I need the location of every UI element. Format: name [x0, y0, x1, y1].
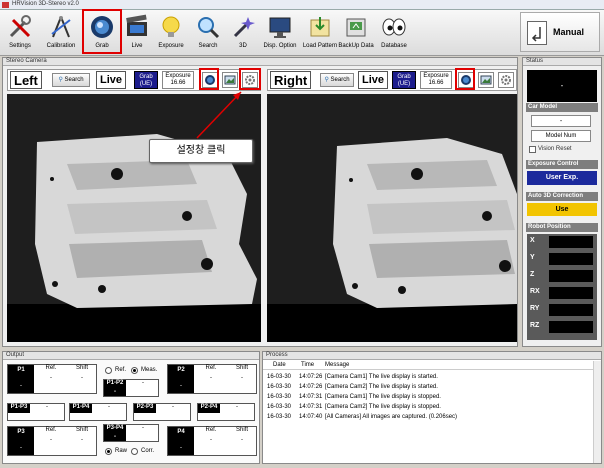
p1p3-table: P1-P3 - — [7, 403, 65, 421]
p2p3-table: P2-P3 - — [133, 403, 191, 421]
robot-rz-value — [549, 321, 593, 333]
user-exp-button[interactable]: User Exp. — [527, 171, 597, 185]
process-scrollbar[interactable] — [593, 361, 601, 463]
stereo-camera-panel: Stereo Camera Left ⚲ Search Live Grab (U… — [2, 57, 518, 347]
film-icon — [122, 12, 152, 42]
p1-table: P1 Ref. Shift - - - — [7, 364, 97, 394]
database-button[interactable]: Database — [377, 10, 411, 56]
left-grab-button[interactable]: Grab (UE) — [134, 71, 158, 89]
robot-axis-z: Z — [530, 271, 535, 278]
mode-label: Manual — [553, 27, 585, 37]
p2-table: P2 Ref. Shift - - - — [167, 364, 257, 394]
disp-option-button[interactable]: Disp. Option — [262, 10, 298, 56]
p3-table: P3 Ref. Shift - - - — [7, 426, 97, 456]
meas-radio-label: Meas. — [141, 367, 158, 373]
right-exposure-box[interactable]: Exposure 16.66 — [420, 71, 452, 89]
robot-y-value — [549, 253, 593, 265]
process-table-header: Date Time Message — [263, 361, 601, 370]
calibration-button[interactable]: Calibration — [44, 10, 78, 56]
status-title: Status — [523, 58, 601, 66]
3d-button[interactable]: 3D — [228, 10, 258, 56]
left-exposure-box[interactable]: Exposure 16.66 — [162, 71, 194, 89]
magnifier-icon — [193, 12, 223, 42]
robot-axis-ry: RY — [530, 305, 540, 312]
mode-indicator[interactable]: Manual — [520, 12, 600, 52]
right-camera-label: Right — [270, 71, 312, 89]
robot-position-title: Robot Position — [526, 223, 598, 232]
robot-z-value — [549, 270, 593, 282]
compass-icon — [46, 12, 76, 42]
raw-radio[interactable] — [105, 448, 112, 455]
model-num-field[interactable]: Model Num — [531, 130, 591, 142]
robot-axis-y: Y — [530, 254, 535, 261]
robot-axis-rx: RX — [530, 288, 540, 295]
process-panel: Process Date Time Message 16-03-30 14:07… — [262, 351, 602, 464]
meas-radio[interactable] — [131, 367, 138, 374]
search-button[interactable]: Search — [193, 10, 223, 56]
settings-button[interactable]: Settings — [4, 10, 36, 56]
eyes-icon — [379, 12, 409, 42]
exposure-button[interactable]: Exposure — [155, 10, 187, 56]
right-settings-gear-icon[interactable] — [498, 72, 514, 88]
ref-radio[interactable] — [105, 367, 112, 374]
right-image-icon-button[interactable] — [478, 72, 494, 88]
status-panel: Status - Car Model - Model Num Vision Re… — [522, 57, 602, 347]
backup-data-button[interactable]: BackUp Data — [338, 10, 374, 56]
p3p4-table: P3-P4 - - — [103, 424, 159, 442]
backup-icon — [341, 12, 371, 42]
output-panel: Output P1 Ref. Shift - - - Ref. Meas. P1… — [2, 351, 260, 464]
right-part-image — [267, 94, 517, 342]
car-model-value: - — [531, 115, 591, 127]
auto-3d-title: Auto 3D Correction — [526, 192, 598, 201]
robot-ry-value — [549, 304, 593, 316]
vision-reset-checkbox[interactable] — [529, 146, 536, 153]
p1p2-table: P1-P2 - - — [103, 379, 159, 397]
load-icon — [305, 12, 335, 42]
status-value: - — [527, 70, 597, 102]
load-pattern-button[interactable]: Load Pattern — [302, 10, 338, 56]
stereo-camera-title: Stereo Camera — [3, 58, 517, 66]
left-live-button[interactable]: Live — [96, 71, 127, 89]
use-button[interactable]: Use — [527, 203, 597, 216]
p1p4-table: P1-P4 - — [69, 403, 127, 421]
search-icon: ⚲ — [58, 77, 63, 83]
callout-arrow — [196, 91, 242, 139]
right-grab-button[interactable]: Grab (UE) — [392, 71, 416, 89]
right-live-button[interactable]: Live — [358, 71, 389, 89]
ref-radio-label: Ref. — [115, 367, 127, 373]
right-grab-highlight — [455, 68, 475, 90]
robot-rx-value — [549, 287, 593, 299]
right-search-button[interactable]: ⚲ Search — [320, 73, 354, 87]
app-icon — [2, 2, 9, 8]
mode-icon — [527, 21, 547, 45]
robot-x-value — [549, 236, 593, 248]
right-camera-header: Right ⚲ Search Live Grab (UE) Exposure 1… — [267, 69, 517, 91]
live-button[interactable]: Live — [122, 10, 152, 56]
bulb-icon — [156, 12, 186, 42]
grab-highlight-box — [82, 9, 122, 54]
corr-radio[interactable] — [131, 448, 138, 455]
raw-radio-label: Raw — [115, 448, 128, 454]
corr-radio-label: Corr. — [141, 448, 155, 454]
car-model-title: Car Model — [526, 103, 598, 112]
wand-icon — [228, 12, 258, 42]
left-search-button[interactable]: ⚲ Search — [52, 73, 90, 87]
settings-callout: 설정창 클릭 — [149, 139, 253, 163]
left-camera-label: Left — [10, 71, 42, 89]
robot-position-box: X Y Z RX RY RZ — [527, 234, 597, 340]
vision-reset-label: Vision Reset — [538, 146, 572, 152]
output-title: Output — [3, 352, 259, 360]
p4-table: P4 Ref. Shift - - - — [167, 426, 257, 456]
p2p4-table: P2-P4 - — [197, 403, 255, 421]
robot-axis-rz: RZ — [530, 322, 540, 329]
display-icon — [265, 12, 295, 42]
toolbar: Settings Calibration Grab Live Exposure … — [0, 9, 604, 56]
exposure-control-title: Exposure Control — [526, 160, 598, 169]
robot-axis-x: X — [530, 237, 535, 244]
right-camera-view[interactable] — [267, 94, 517, 342]
process-title: Process — [263, 352, 601, 360]
search-icon: ⚲ — [324, 77, 329, 83]
window-title: HRVision 3D-Stereo v2.0 — [12, 1, 79, 7]
tools-icon — [5, 12, 35, 42]
